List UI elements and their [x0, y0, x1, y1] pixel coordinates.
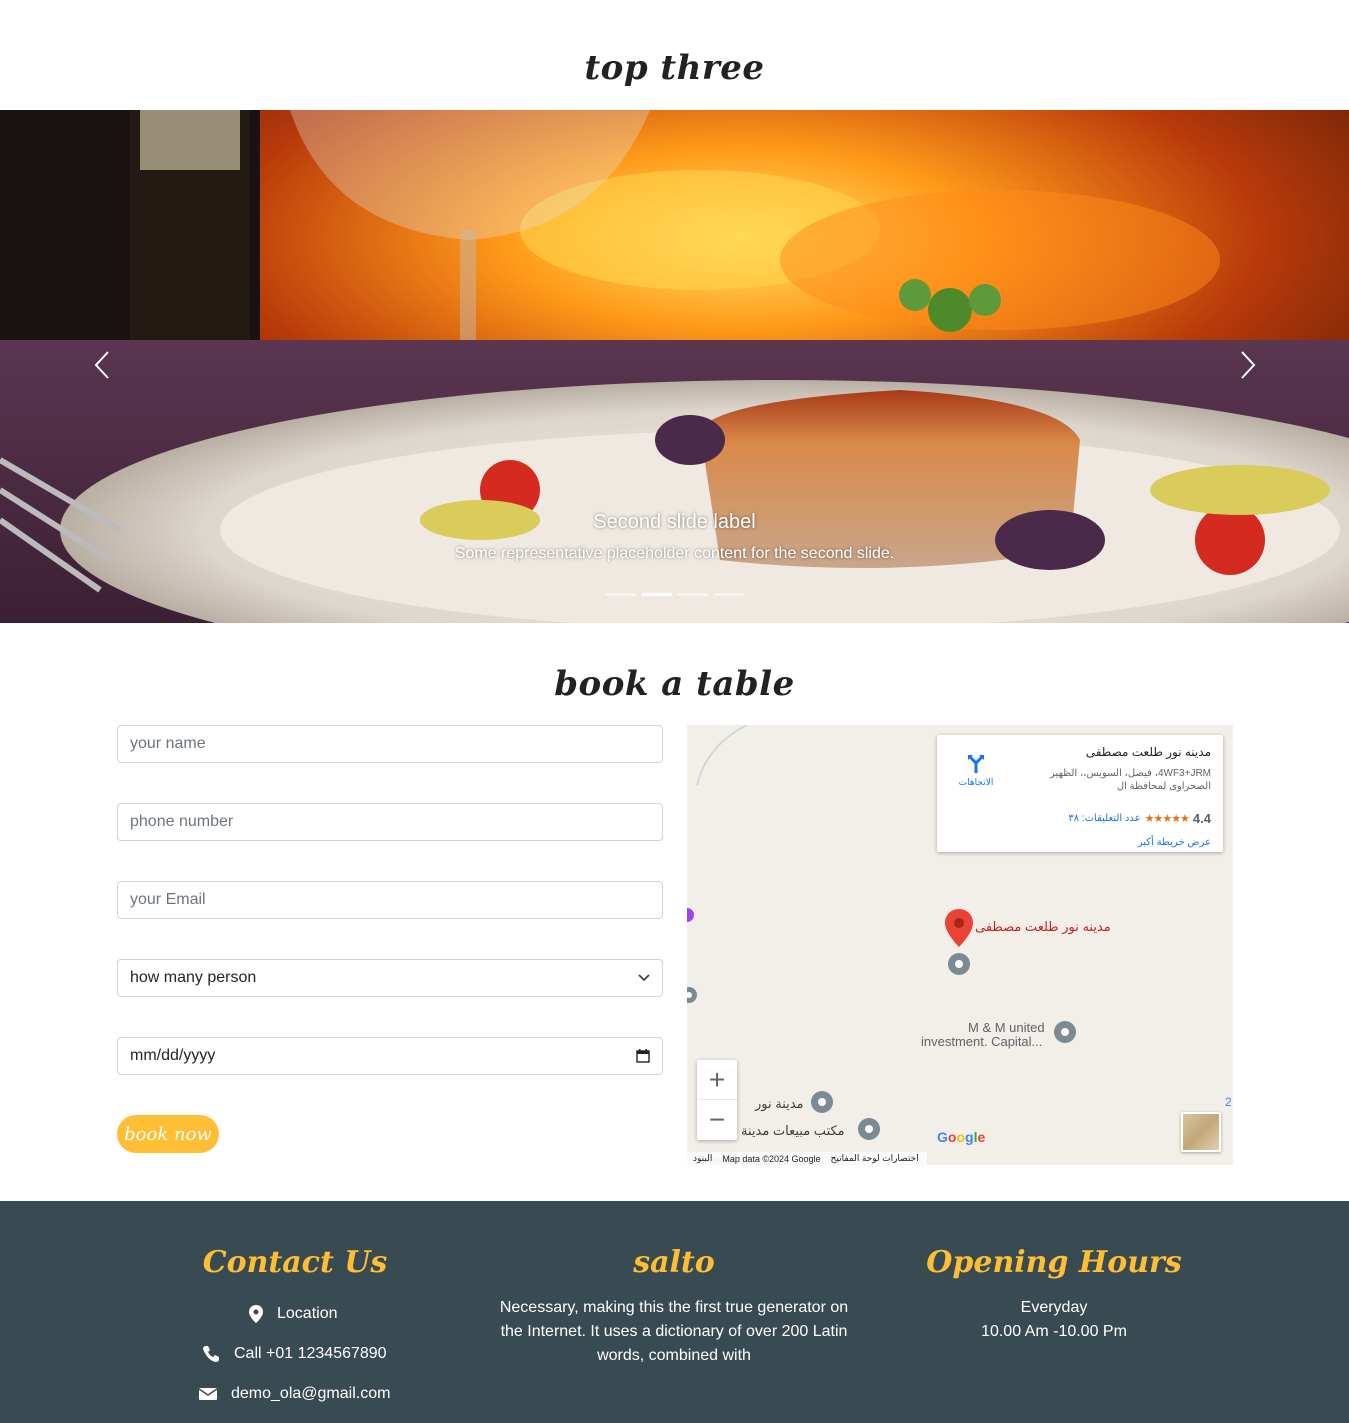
star-rating-icon: ★★★★★	[1144, 813, 1190, 825]
poi-label-sales-office: مكتب مبيعات مدينة	[741, 1123, 845, 1138]
satellite-toggle-button[interactable]	[1181, 1112, 1221, 1152]
footer-brand: salto Necessary, making this the first t…	[494, 1201, 854, 1368]
map-rating: عدد التعليقات: ٣٨ ★★★★★ 4.4	[1068, 811, 1211, 826]
map-place-name: مدينه نور طلعت مصطفى	[1085, 745, 1211, 759]
footer-hours-time: 10.00 Am -10.00 Pm	[981, 1323, 1127, 1340]
footer-email-text: demo_ola@gmail.com	[231, 1385, 391, 1402]
envelope-icon	[199, 1388, 217, 1400]
email-input[interactable]: your Email	[117, 881, 663, 919]
poi-label-madinaty: مدينة نور	[755, 1096, 804, 1111]
map-place-card: مدينه نور طلعت مصطفى 4WF3+JRM، فيصل، الس…	[937, 735, 1223, 852]
location-pin-icon	[249, 1305, 263, 1323]
carousel-caption-title: Second slide label	[593, 511, 756, 533]
section-title-book-table: book a table	[554, 664, 795, 704]
carousel-caption-text: Some representative placeholder content …	[454, 545, 895, 562]
footer-phone-text: Call +01 1234567890	[234, 1345, 387, 1362]
carousel-indicator-1[interactable]	[606, 593, 636, 596]
carousel-prev-button[interactable]	[82, 340, 122, 390]
name-input[interactable]: your name	[117, 725, 663, 763]
image-carousel[interactable]: Second slide label Some representative p…	[0, 110, 1349, 623]
map-place-address: 4WF3+JRM، فيصل، السويس،، الظهير الصحراوى…	[1050, 768, 1211, 792]
calendar-icon[interactable]	[636, 1049, 650, 1063]
poi-icon[interactable]	[1053, 1020, 1077, 1048]
poi-icon[interactable]	[857, 1117, 881, 1145]
date-input[interactable]: mm/dd/yyyy	[117, 1037, 663, 1075]
persons-select[interactable]: how many person	[117, 959, 663, 997]
footer-location[interactable]: Location	[249, 1305, 338, 1323]
map-terms-link[interactable]: البنود	[693, 1153, 712, 1164]
footer-brand-text: Necessary, making this the first true ge…	[499, 1299, 849, 1364]
chevron-right-icon	[1241, 351, 1256, 379]
footer-contact-title: Contact Us	[202, 1245, 388, 1280]
footer-hours: Opening Hours Everyday 10.00 Am -10.00 P…	[874, 1201, 1234, 1344]
embedded-map[interactable]: مدينه نور طلعت مصطفى 4WF3+JRM، فيصل، الس…	[687, 725, 1233, 1165]
map-reviews-link[interactable]: عدد التعليقات: ٣٨	[1068, 813, 1140, 824]
persons-select-value: how many person	[130, 969, 257, 986]
carousel-indicator-4[interactable]	[714, 593, 744, 596]
chevron-down-icon	[638, 974, 650, 982]
poi-label-mm-2: investment. Capital...	[921, 1034, 1043, 1049]
poi-icon[interactable]	[810, 1090, 834, 1118]
map-marker-icon[interactable]	[945, 909, 973, 947]
view-larger-map-link[interactable]: عرض خريطة أكبر	[1138, 837, 1211, 848]
poi-icon[interactable]	[947, 952, 971, 980]
footer-contact: Contact Us	[115, 1201, 475, 1280]
directions-label: الاتجاهات	[958, 777, 994, 787]
map-pin-label: مدينه نور طلعت مصطفى	[975, 919, 1111, 934]
carousel-indicator-3[interactable]	[678, 593, 708, 596]
map-attribution: البنود Map data ©2024 Google اختصارات لو…	[687, 1152, 927, 1165]
footer-email[interactable]: demo_ola@gmail.com	[199, 1385, 390, 1403]
directions-button[interactable]: الاتجاهات	[951, 753, 1001, 788]
footer-location-text: Location	[277, 1305, 338, 1322]
footer-hours-title: Opening Hours	[926, 1245, 1182, 1280]
map-zoom-controls: + −	[697, 1060, 737, 1140]
section-title-top-three: top three	[584, 48, 765, 88]
map-data-credit: Map data ©2024 Google	[722, 1153, 821, 1164]
chevron-left-icon	[94, 351, 109, 379]
directions-icon	[968, 755, 984, 773]
map-rating-value: 4.4	[1192, 811, 1211, 826]
carousel-indicator-2[interactable]	[642, 593, 672, 596]
map-side-number: 2	[1225, 1095, 1232, 1109]
site-footer: Contact Us Location Call +01 1234567890 …	[0, 1201, 1349, 1423]
poi-label-mm: M & M united	[968, 1020, 1045, 1035]
phone-icon	[203, 1346, 219, 1362]
zoom-in-button[interactable]: +	[697, 1060, 737, 1100]
keyboard-shortcuts-link[interactable]: اختصارات لوحة المفاتيح	[831, 1153, 919, 1164]
phone-input[interactable]: phone number	[117, 803, 663, 841]
date-input-placeholder: mm/dd/yyyy	[130, 1047, 216, 1064]
google-logo: Google	[937, 1129, 986, 1145]
zoom-out-button[interactable]: −	[697, 1100, 737, 1140]
footer-hours-day: Everyday	[1020, 1299, 1088, 1316]
carousel-next-button[interactable]	[1228, 340, 1268, 390]
footer-phone[interactable]: Call +01 1234567890	[202, 1345, 387, 1363]
carousel-indicators	[606, 593, 744, 596]
book-now-button[interactable]: book now	[117, 1115, 219, 1153]
footer-brand-title: salto	[633, 1245, 715, 1280]
